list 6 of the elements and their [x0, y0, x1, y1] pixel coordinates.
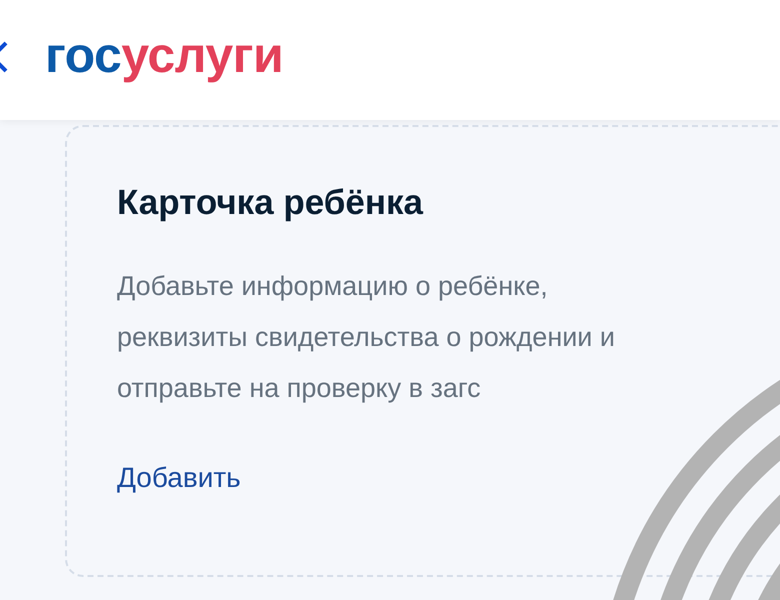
add-link[interactable]: Добавить [117, 462, 241, 494]
description-line: Добавьте информацию о ребёнке, [117, 270, 549, 303]
card-title: Карточка ребёнка [117, 183, 424, 223]
description-line: реквизиты свидетельства о рождении и [117, 321, 616, 354]
description-line: отправьте на проверку в загс [117, 372, 482, 405]
logo[interactable]: госуслуги [45, 26, 284, 84]
